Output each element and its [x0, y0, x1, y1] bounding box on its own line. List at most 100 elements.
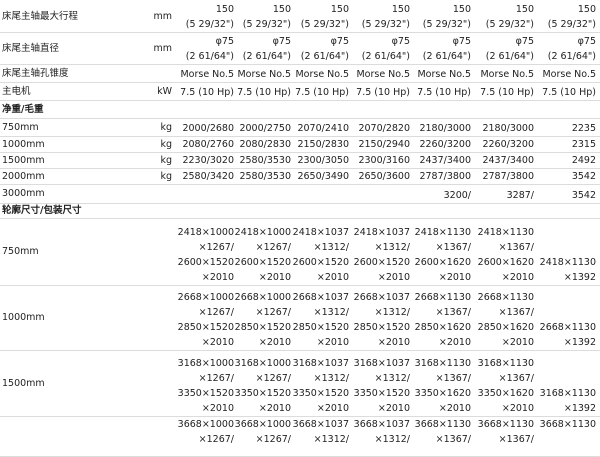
- value-line: 3350×1520: [177, 388, 234, 399]
- value-cell: 3668×1000 ×1267/: [177, 416, 237, 456]
- value-line: 2850×1520: [234, 322, 291, 333]
- value-line: ×2010: [438, 272, 471, 283]
- value-line: 2492: [571, 155, 596, 166]
- value-cell: 2418×1037 ×1312/2600×1520 ×2010: [292, 218, 352, 285]
- value-cell: 2580/3530: [234, 168, 294, 184]
- value-line: ×2010: [501, 272, 534, 283]
- value-line: φ75: [330, 36, 349, 47]
- value-cell: 2668×1130 ×1392: [539, 285, 599, 350]
- row-unit: kg: [160, 170, 172, 182]
- value-line: 3668×1000: [234, 419, 291, 430]
- value-line: ×2010: [438, 337, 471, 348]
- row-unit: [150, 100, 176, 118]
- value-line: (5 29/32"): [361, 19, 410, 30]
- value-line: Morse No.5: [356, 69, 410, 80]
- value-line: 3350×1620: [414, 388, 471, 399]
- value-line: (5 29/32"): [547, 19, 596, 30]
- row-unit: [150, 416, 176, 456]
- value-cell: 3542: [539, 168, 599, 184]
- value-cell: 2787/3800: [414, 168, 474, 184]
- value-line: 150: [215, 4, 234, 15]
- value-line: 2600×1520: [234, 257, 291, 268]
- value-line: 2437/3400: [419, 155, 471, 166]
- value-cell: 2492: [539, 152, 599, 168]
- value-cell: 3168×1000 ×1267/3350×1520 ×2010: [177, 350, 237, 416]
- value-cell: Morse No.5: [539, 64, 599, 82]
- row-label: 3000mm: [2, 188, 45, 199]
- value-cell: 3668×1037 ×1312/: [292, 416, 352, 456]
- row-unit: kg: [160, 121, 172, 133]
- value-cell: 2080/2830: [234, 136, 294, 152]
- value-cell: 2150/2830: [292, 136, 352, 152]
- value-cell: 2000/2750: [234, 118, 294, 136]
- value-line: ×1367/: [435, 242, 471, 253]
- value-line: φ75: [515, 36, 534, 47]
- value-line: φ75: [452, 36, 471, 47]
- value-cell: Morse No.5: [234, 64, 294, 82]
- spec-row: 主电机 kW 7.5 (10 Hp) 7.5 (10 Hp) 7.5 (10 Hp) 7.…: [0, 82, 600, 101]
- value-line: 7.5 (10 Hp): [480, 87, 534, 98]
- value-line: 2080/2760: [182, 139, 234, 150]
- value-cell: 7.5 (10 Hp): [414, 82, 474, 100]
- value-line: 2315: [571, 139, 596, 150]
- value-line: ×2010: [316, 337, 349, 348]
- value-line: ×2010: [501, 337, 534, 348]
- value-line: 3350×1520: [292, 388, 349, 399]
- value-cell: 7.5 (10 Hp): [353, 82, 413, 100]
- value-cell: [234, 184, 294, 203]
- value-line: ×2010: [316, 272, 349, 283]
- value-cell: 3168×1130 ×1367/3350×1620 ×2010: [414, 350, 474, 416]
- value-line: 2600×1620: [414, 257, 471, 268]
- value-line: 150: [577, 4, 596, 15]
- value-line: φ75: [272, 36, 291, 47]
- value-line: 2150/2940: [358, 139, 410, 150]
- value-line: 3668×1037: [353, 419, 410, 430]
- value-line: ×1312/: [374, 434, 410, 445]
- value-line: 2668×1130: [414, 292, 471, 303]
- value-line: 2300/3160: [358, 155, 410, 166]
- row-label: 1500mm: [2, 154, 45, 166]
- value-line: ×2010: [316, 403, 349, 414]
- value-cell: φ75 (2 61/64"): [353, 32, 413, 64]
- value-cell: 150 (5 29/32"): [414, 0, 474, 32]
- value-cell: 2300/3050: [292, 152, 352, 168]
- value-line: ×2010: [258, 337, 291, 348]
- value-line: ×1312/: [374, 373, 410, 384]
- value-line: 2668×1130: [539, 322, 596, 333]
- value-cell: 2000/2680: [177, 118, 237, 136]
- value-cell: Morse No.5: [292, 64, 352, 82]
- value-cell: 3668×1000 ×1267/: [234, 416, 294, 456]
- value-cell: 2668×1130 ×1367/2850×1620 ×2010: [414, 285, 474, 350]
- value-cell: 2315: [539, 136, 599, 152]
- value-cell: φ75 (2 61/64"): [477, 32, 537, 64]
- spec-table: 床尾主轴最大行程 mm 150 (5 29/32") 150 (5 29/32") 150 (…: [0, 0, 600, 457]
- value-cell: 3168×1037 ×1312/3350×1520 ×2010: [292, 350, 352, 416]
- value-line: 2600×1520: [292, 257, 349, 268]
- value-line: 2230/3020: [182, 155, 234, 166]
- value-line: 2180/3000: [419, 123, 471, 134]
- spec-row: 床尾主轴孔锥度 Morse No.5 Morse No.5 Morse No.5 Mor…: [0, 64, 600, 83]
- value-line: ×2010: [438, 403, 471, 414]
- value-cell: 150 (5 29/32"): [477, 0, 537, 32]
- row-label: 净重/毛重: [2, 103, 44, 115]
- value-line: 3668×1037: [292, 419, 349, 430]
- value-line: ×1267/: [255, 307, 291, 318]
- row-label: 1000mm: [2, 138, 45, 150]
- value-cell: Morse No.5: [414, 64, 474, 82]
- value-cell: 7.5 (10 Hp): [177, 82, 237, 100]
- value-line: (2 61/64"): [485, 51, 534, 62]
- row-unit: [150, 184, 176, 203]
- value-line: 7.5 (10 Hp): [542, 87, 596, 98]
- row-unit: [150, 350, 176, 416]
- value-cell: 2235: [539, 118, 599, 136]
- value-cell: 2180/3000: [477, 118, 537, 136]
- value-line: 2235: [571, 123, 596, 134]
- value-line: 3168×1000: [234, 358, 291, 369]
- value-cell: [292, 184, 352, 203]
- value-line: 2080/2830: [239, 139, 291, 150]
- spec-row: 1500mm 3168×1000 ×1267/3350×1520 ×2010 3168×…: [0, 350, 600, 417]
- value-cell: 3168×1130 ×1367/3350×1620 ×2010: [477, 350, 537, 416]
- value-line: 7.5 (10 Hp): [356, 87, 410, 98]
- value-line: 2668×1130: [477, 292, 534, 303]
- value-line: (2 61/64"): [185, 51, 234, 62]
